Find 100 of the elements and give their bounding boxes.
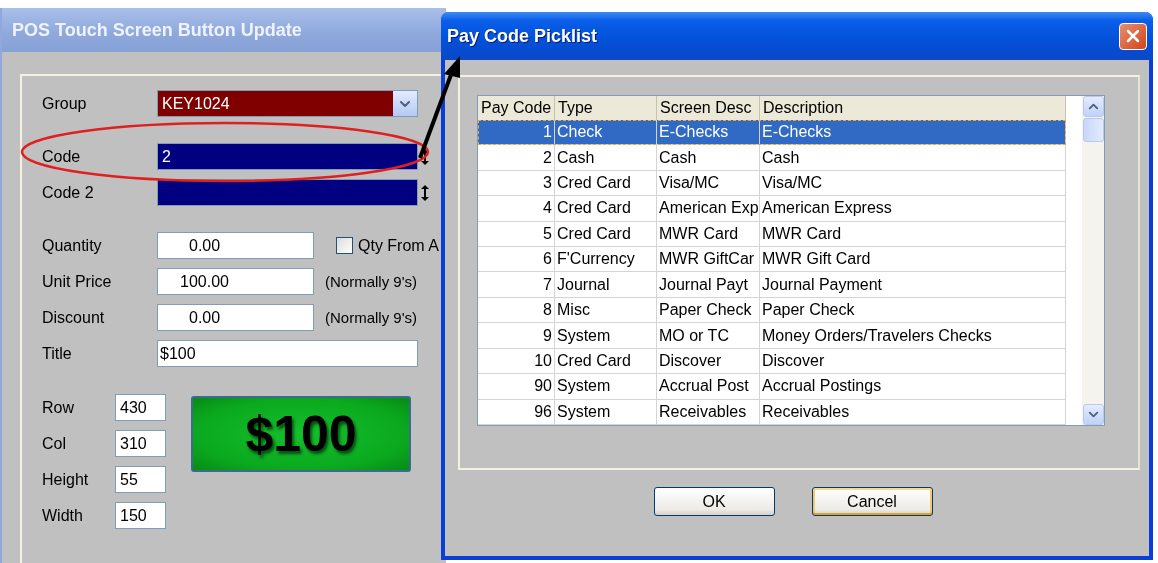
table-cell: 9 xyxy=(478,323,555,348)
scroll-thumb[interactable] xyxy=(1083,118,1104,142)
table-cell: MWR Card xyxy=(760,221,1066,247)
table-cell: 1 xyxy=(478,119,555,145)
column-header[interactable]: Description xyxy=(760,96,1066,120)
table-cell: System xyxy=(555,374,657,399)
table-cell: 8 xyxy=(478,297,555,323)
field-label: Width xyxy=(42,506,84,525)
table-cell: MWR GiftCar xyxy=(657,247,760,272)
table-cell: MO or TC xyxy=(657,323,760,348)
table-row[interactable]: 10 Cred Card Discover Discover xyxy=(478,348,1066,375)
close-button[interactable] xyxy=(1119,22,1147,50)
scrollbar[interactable] xyxy=(1082,96,1104,425)
window-title: POS Touch Screen Button Update xyxy=(12,19,302,41)
table-row[interactable]: 6 F'Currency MWR GiftCar MWR Gift Card xyxy=(478,247,1066,273)
field-label: Group xyxy=(42,94,88,113)
checkbox-label: Qty From A xyxy=(358,236,439,255)
table-cell: American Exp xyxy=(657,196,760,221)
dropdown-button[interactable] xyxy=(393,91,417,116)
table-cell: Check xyxy=(555,119,657,145)
scroll-up-button[interactable] xyxy=(1083,96,1104,117)
field-note: (Normally 9's) xyxy=(325,273,418,290)
field-label: Title xyxy=(42,344,73,363)
table-cell: Accrual Post xyxy=(657,374,760,399)
table-row[interactable]: 2 Cash Cash Cash xyxy=(478,145,1066,171)
table-cell: Cred Card xyxy=(555,196,657,221)
table-cell: Visa/MC xyxy=(760,170,1066,196)
field-label: Discount xyxy=(42,308,106,327)
table-row[interactable]: 8 Misc Paper Check Paper Check xyxy=(478,297,1066,324)
scroll-down-button[interactable] xyxy=(1083,404,1104,425)
number-field[interactable]: 310 xyxy=(115,430,166,457)
table-row[interactable]: 5 Cred Card MWR Card MWR Card xyxy=(478,221,1066,248)
table-cell: 90 xyxy=(478,374,555,399)
table-cell: MWR Card xyxy=(657,221,760,247)
field-label: Col xyxy=(42,434,67,453)
number-field[interactable]: 430 xyxy=(115,394,166,421)
dialog-title: Pay Code Picklist xyxy=(447,25,598,47)
field-label: Code xyxy=(42,147,82,166)
field-label: Quantity xyxy=(42,236,103,255)
table-cell: Cash xyxy=(657,145,760,170)
dialog-button[interactable]: OK xyxy=(653,487,775,516)
table-cell: Paper Check xyxy=(657,297,760,323)
table-cell: Receivables xyxy=(657,399,760,424)
table-cell: Cash xyxy=(555,145,657,170)
up-down-arrow-icon[interactable] xyxy=(421,148,429,165)
table-row[interactable]: 96 System Receivables Receivables xyxy=(478,399,1066,425)
dialog-button[interactable]: Cancel xyxy=(811,487,933,516)
table-cell: Accrual Postings xyxy=(760,374,1066,399)
table-cell: 4 xyxy=(478,196,555,221)
table-cell: Cred Card xyxy=(555,348,657,374)
table-cell: Paper Check xyxy=(760,297,1066,323)
table-cell: Money Orders/Travelers Checks xyxy=(760,323,1066,348)
text-field[interactable]: $100 xyxy=(157,340,418,367)
field-label: Unit Price xyxy=(42,272,113,291)
field-label: Height xyxy=(42,470,90,489)
table-cell: Discover xyxy=(760,348,1066,374)
table-cell: System xyxy=(555,399,657,424)
checkbox[interactable] xyxy=(336,237,353,254)
table-cell: 5 xyxy=(478,221,555,247)
table-cell: 3 xyxy=(478,170,555,196)
number-field[interactable]: 55 xyxy=(115,466,166,493)
number-field[interactable]: 0.00 xyxy=(157,304,314,331)
table-cell: Receivables xyxy=(760,399,1066,424)
table-cell: MWR Gift Card xyxy=(760,247,1066,272)
table-cell: 2 xyxy=(478,145,555,170)
table-cell: Misc xyxy=(555,297,657,323)
field-label: Code 2 xyxy=(42,183,95,202)
table-cell: Discover xyxy=(657,348,760,374)
table-cell: System xyxy=(555,323,657,348)
table-cell: Visa/MC xyxy=(657,170,760,196)
table-row[interactable]: 9 System MO or TC Money Orders/Travelers Checks xyxy=(478,323,1066,349)
column-header[interactable]: Pay Code xyxy=(478,96,555,120)
table-cell: Journal Payt xyxy=(657,272,760,297)
table-cell: 10 xyxy=(478,348,555,374)
table-row[interactable]: 7 Journal Journal Payt Journal Payment xyxy=(478,272,1066,298)
number-field[interactable]: 100.00 xyxy=(157,268,314,295)
field-label: Row xyxy=(42,398,75,417)
table-cell: 7 xyxy=(478,272,555,297)
table-cell: Cash xyxy=(760,145,1066,170)
table-cell: 96 xyxy=(478,399,555,424)
table-cell: Journal Payment xyxy=(760,272,1066,297)
table-cell: Cred Card xyxy=(555,170,657,196)
table-cell: F'Currency xyxy=(555,247,657,272)
field-note: (Normally 9's) xyxy=(325,309,418,326)
up-down-arrow-icon[interactable] xyxy=(421,184,429,201)
code-field[interactable] xyxy=(157,179,418,206)
table-cell: American Express xyxy=(760,196,1066,221)
group-dropdown[interactable]: KEY1024 xyxy=(157,90,418,117)
column-header[interactable]: Type xyxy=(555,96,657,120)
code-field[interactable]: 2 xyxy=(157,143,418,170)
table-cell: Journal xyxy=(555,272,657,297)
preview-button[interactable]: $100 xyxy=(191,396,411,472)
table-row[interactable]: 4 Cred Card American Exp American Express xyxy=(478,196,1066,222)
table-cell: 6 xyxy=(478,247,555,272)
table-row[interactable]: 1 Check E-Checks E-Checks xyxy=(478,119,1066,146)
table-row[interactable]: 3 Cred Card Visa/MC Visa/MC xyxy=(478,170,1066,197)
column-header[interactable]: Screen Desc xyxy=(657,96,760,120)
number-field[interactable]: 150 xyxy=(115,502,166,529)
table-row[interactable]: 90 System Accrual Post Accrual Postings xyxy=(478,374,1066,400)
number-field[interactable]: 0.00 xyxy=(157,232,314,259)
